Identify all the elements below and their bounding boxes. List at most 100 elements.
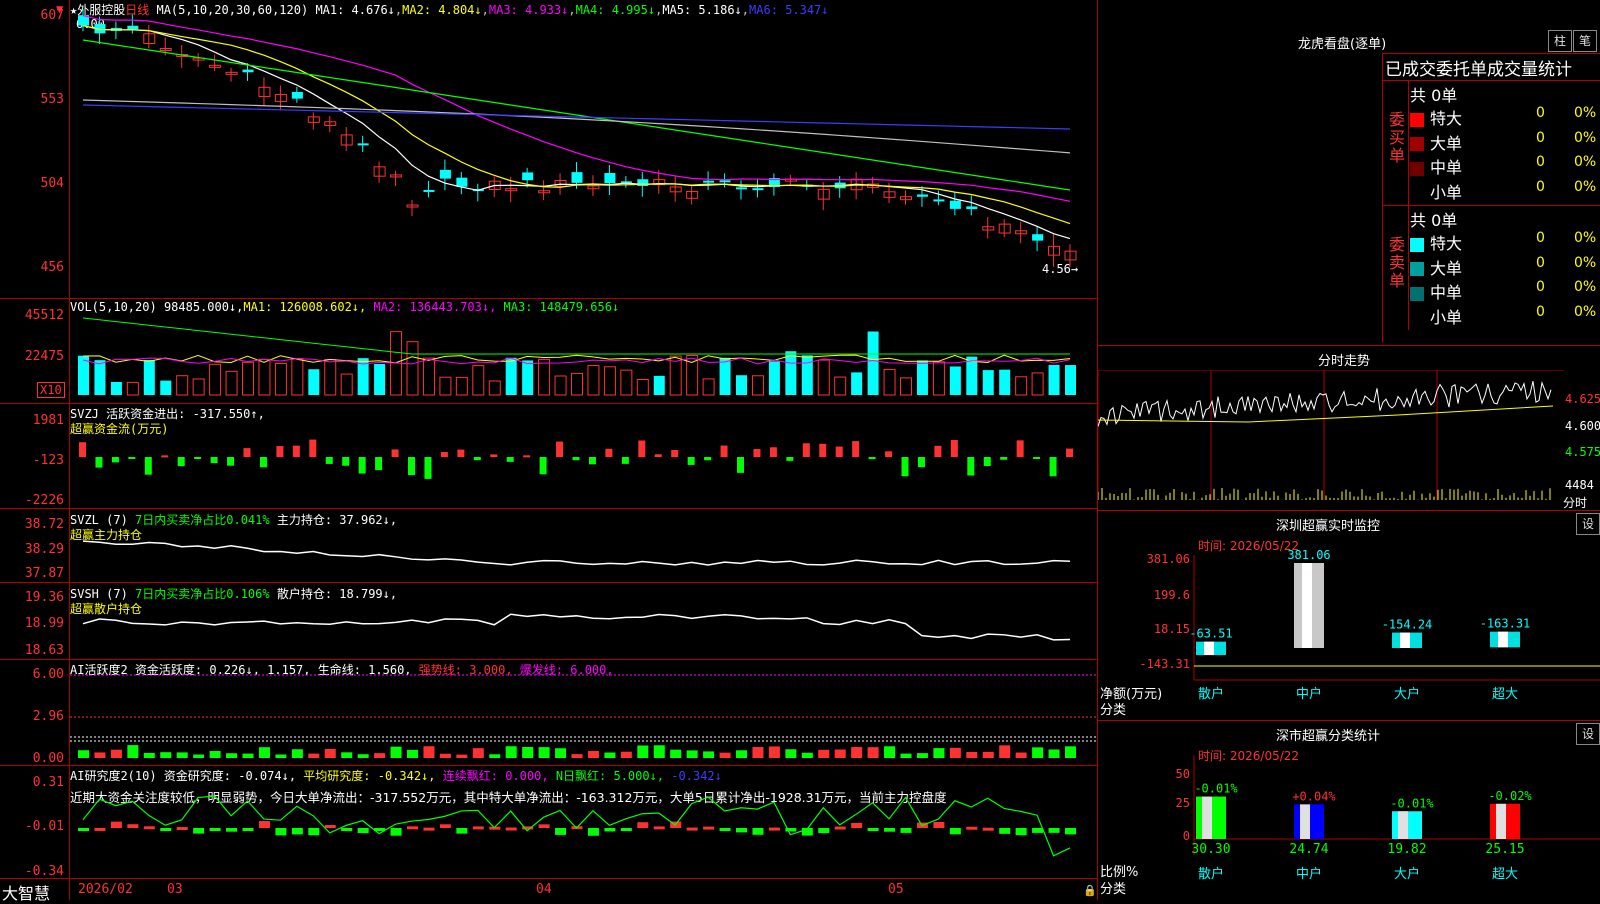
candle-body [1032,234,1044,241]
volume-bar [324,359,337,396]
activity-bar [1015,752,1027,758]
activity-bar [341,752,353,758]
candle-body [752,188,764,191]
main-chart-area[interactable]: ★外服控股日线 MA(5,10,20,30,60,120) MA1: 4.676… [0,0,1098,903]
activity-bar [78,750,89,758]
activity-bar [587,751,599,758]
flow-bar [885,451,893,457]
flow-bar [638,440,646,457]
sell-row: 中单 0 0% [1410,279,1600,304]
research-bar [637,822,649,828]
candle-body [703,180,715,183]
activity-bar [1065,746,1076,758]
tick-mode-button[interactable]: 笔 [1573,30,1597,52]
stats-change: -0.01% [1194,782,1238,796]
activity-bar [258,747,270,758]
research-bar [736,828,747,833]
color-swatch-icon [1410,112,1424,127]
activity-bar [1048,749,1060,758]
intraday-chart[interactable] [1098,370,1564,510]
research-bar [242,828,254,831]
research-bar [620,828,632,831]
bar-mode-button[interactable]: 柱 [1548,30,1572,52]
volume-bar [308,369,320,395]
buy-pct: 0% [1574,154,1597,170]
buy-count: 0 [1536,129,1545,146]
volume-bar [883,368,896,396]
flow-bar [1049,457,1057,477]
stats-y-label: 0 [1183,829,1190,843]
stats-bar-highlight [1300,804,1310,839]
sell-count: 0 [1536,303,1545,320]
stats-bar-highlight [1202,796,1212,839]
research-bar [258,821,270,828]
volume-bar [406,341,419,396]
candle-body [719,180,731,183]
activity-bar [637,745,649,758]
volume-bar [176,375,189,396]
stats-settings-button[interactable]: 设 [1576,723,1600,745]
research-bar [851,822,863,828]
monitor-category: 散户 [1198,686,1224,702]
volume-bar [374,363,386,395]
volume-bar [636,378,649,396]
panel-divider [1098,345,1600,346]
activity-bar [818,749,830,758]
flow-bar [194,457,202,459]
volume-bar [209,363,222,396]
buy-row: 特大 0 0% [1410,105,1600,130]
monitor-bar-value: -163.31 [1480,617,1531,631]
research-bar [604,828,616,832]
flow-bar [868,457,876,460]
monitor-settings-button[interactable]: 设 [1576,513,1600,535]
flow-bar [671,450,679,457]
sell-label: 中单 [1430,283,1463,302]
volume-bar [916,360,928,395]
research-bar [78,828,89,831]
flow-bar [259,457,267,468]
candle-body [357,143,369,146]
monitor-y-label: 381.06 [1147,552,1190,566]
flow-bar [128,457,136,459]
activity-bar [226,753,238,758]
monitor-category: 大户 [1394,686,1420,702]
volume-bar [1031,372,1044,396]
activity-bar [999,745,1011,758]
flow-bar [309,439,317,457]
stats-chart[interactable]: 7550250-0.01%30.30散户+0.04%24.74中户-0.01%1… [1098,755,1600,900]
research-line [82,795,1071,857]
sell-row: 特大 0 0% [1410,230,1600,255]
flow-bar [506,457,514,462]
flow-bar [95,457,103,468]
volume-bar [736,375,747,395]
kline-chart[interactable] [0,0,1098,900]
dragon-box-line [1382,80,1600,81]
activity-bar [439,753,451,758]
research-bar [752,828,764,835]
research-bar [357,828,369,834]
stats-change: +0.04% [1292,789,1336,803]
buy-count: 0 [1536,154,1545,170]
intraday-vol: 4484 [1565,478,1594,492]
research-bar [143,826,155,830]
activity-bar [571,754,583,758]
volume-bar [834,376,847,396]
buy-pct: 0% [1574,105,1597,121]
stats-bar-highlight [1398,811,1408,839]
activity-bar [423,746,435,758]
flow-bar [144,457,152,475]
activity-bar [719,752,731,758]
flow-bar [292,445,300,457]
flow-bar [424,457,432,479]
activity-bar [884,746,896,758]
monitor-chart[interactable]: 381.06 199.6 18.15 -143.31 -63.51 散户 381.06 中户 -… [1098,545,1600,720]
volume-bar [751,375,764,396]
activity-bar [703,751,715,758]
volume-bar [966,356,978,395]
activity-bar [834,749,846,758]
flow-bar [934,445,942,457]
right-panel: 龙虎看盘(逐单) 柱 笔 已成交委托单成交量统计 委买单 委卖单 共 0单 共 … [1098,0,1600,900]
research-bar [1015,828,1027,836]
activity-bar [867,747,879,758]
activity-bar [538,747,550,758]
